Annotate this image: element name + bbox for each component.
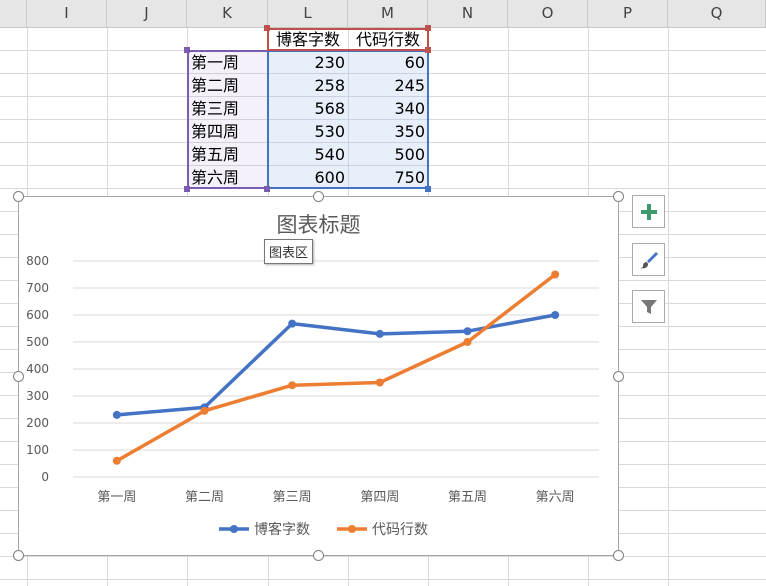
column-header-L[interactable]: L [268, 0, 348, 27]
chart-area-tooltip: 图表区 [264, 239, 314, 264]
series-1-point [551, 311, 560, 319]
column-header-K[interactable]: K [187, 0, 268, 27]
y-tick-label: 0 [41, 470, 49, 484]
resize-handle-bottom[interactable] [313, 550, 324, 561]
x-tick-label: 第六周 [536, 490, 575, 505]
series-2-point [463, 338, 472, 346]
resize-handle-right[interactable] [613, 371, 624, 382]
brush-icon [639, 251, 658, 268]
row-gridline [0, 579, 766, 580]
series-line-2 [115, 272, 557, 463]
y-tick-label: 200 [26, 416, 49, 430]
series-1-point [112, 410, 121, 419]
legend-label-2: 代码行数 [372, 522, 428, 538]
series-2-point [112, 456, 121, 465]
y-tick-label: 100 [26, 443, 49, 457]
column-header-J[interactable]: J [107, 0, 187, 27]
y-tick-label: 400 [26, 362, 49, 376]
resize-handle-bottom-left[interactable] [13, 550, 24, 561]
series-2-point [200, 406, 209, 415]
row-label-cell[interactable]: 第一周 [188, 51, 268, 74]
legend-label-1: 博客字数 [254, 521, 310, 538]
header-cell-blog[interactable]: 博客字数 [268, 28, 348, 51]
blog-value-cell[interactable]: 568 [268, 97, 348, 120]
column-header-Q[interactable]: Q [668, 0, 766, 27]
y-tick-label: 700 [26, 281, 49, 295]
chart-plot-svg[interactable]: 0 100 200 300 400 500 600 700 800 第一周 第二周 第三周 第四周 第五周… [19, 197, 618, 555]
resize-handle-top[interactable] [313, 191, 324, 202]
y-tick-label: 800 [26, 254, 49, 268]
select-all-corner[interactable] [0, 0, 27, 27]
x-tick-label: 第一周 [97, 490, 136, 505]
filter-icon [640, 299, 657, 314]
column-header-P[interactable]: P [588, 0, 668, 27]
resize-handle-bottom-right[interactable] [613, 550, 624, 561]
column-header-bar: I J K L M N O P Q [0, 0, 766, 28]
blog-value-cell[interactable]: 600 [268, 166, 348, 189]
series-1-point [288, 319, 297, 328]
blog-value-cell[interactable]: 540 [268, 143, 348, 166]
column-header-N[interactable]: N [428, 0, 508, 27]
blog-value-cell[interactable]: 230 [268, 51, 348, 74]
y-tick-label: 500 [26, 335, 49, 349]
plus-icon [640, 203, 657, 220]
chart-styles-button[interactable] [632, 243, 665, 276]
series-1-point [375, 329, 384, 338]
x-tick-label: 第三周 [273, 490, 312, 505]
blog-value-cell[interactable]: 258 [268, 74, 348, 97]
row-label-cell[interactable]: 第五周 [188, 143, 268, 166]
code-value-cell[interactable]: 60 [348, 51, 428, 74]
series-2-point [288, 381, 297, 390]
chart-area[interactable]: 图表标题 0 100 200 300 400 500 600 700 800 第一周 第二周 第三周第… [18, 196, 619, 556]
code-value-cell[interactable]: 245 [348, 74, 428, 97]
series-line-1 [115, 313, 557, 417]
row-label-cell[interactable]: 第四周 [188, 120, 268, 143]
legend-marker-2 [348, 525, 356, 533]
x-tick-label: 第四周 [360, 490, 399, 505]
x-tick-label: 第二周 [185, 490, 224, 505]
resize-handle-top-left[interactable] [13, 191, 24, 202]
blog-value-cell[interactable]: 530 [268, 120, 348, 143]
column-header-I[interactable]: I [27, 0, 107, 27]
resize-handle-top-right[interactable] [613, 191, 624, 202]
series-2-point [551, 270, 560, 279]
legend-marker-1 [230, 525, 238, 533]
y-tick-label: 300 [26, 389, 49, 403]
y-tick-label: 600 [26, 308, 49, 322]
series-1-point [463, 327, 472, 336]
row-label-cell[interactable]: 第二周 [188, 74, 268, 97]
header-cell-code[interactable]: 代码行数 [348, 28, 428, 51]
code-value-cell[interactable]: 340 [348, 97, 428, 120]
row-label-cell[interactable]: 第六周 [188, 166, 268, 189]
resize-handle-left[interactable] [13, 371, 24, 382]
row-label-cell[interactable]: 第三周 [188, 97, 268, 120]
code-value-cell[interactable]: 350 [348, 120, 428, 143]
code-value-cell[interactable]: 500 [348, 143, 428, 166]
row-gridline [0, 556, 766, 557]
chart-elements-button[interactable] [632, 195, 665, 228]
column-header-O[interactable]: O [508, 0, 588, 27]
x-tick-label: 第五周 [448, 490, 487, 505]
column-header-M[interactable]: M [348, 0, 428, 27]
chart-filters-button[interactable] [632, 290, 665, 323]
code-value-cell[interactable]: 750 [348, 166, 428, 189]
column-gridline [668, 28, 669, 586]
series-2-point [375, 378, 384, 387]
